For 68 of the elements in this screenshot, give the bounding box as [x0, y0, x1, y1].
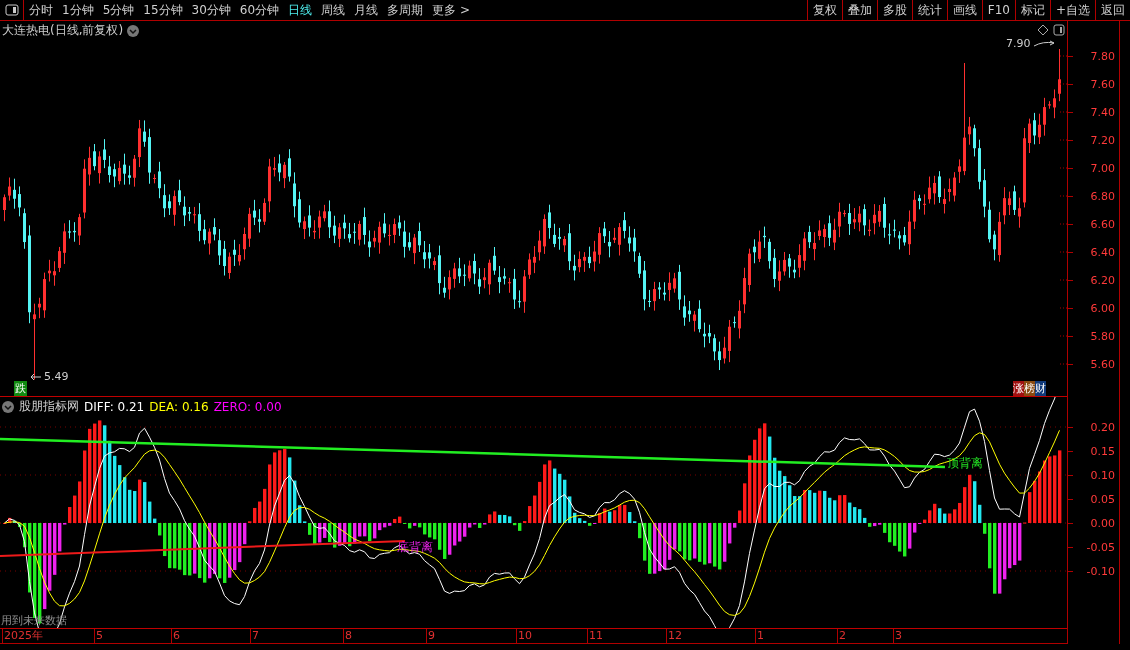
- axis-label: 11: [587, 629, 603, 643]
- axis-label: -0.10: [1086, 564, 1115, 578]
- axis-label: 9: [426, 629, 435, 643]
- axis-label: 7.20: [1090, 133, 1115, 147]
- axis-label: 5.60: [1090, 357, 1115, 371]
- axis-label: 5.80: [1090, 329, 1115, 343]
- period-tab[interactable]: 分时: [29, 1, 53, 19]
- indicator-reading: DIFF: 0.21: [84, 399, 145, 414]
- axis-label: 6.60: [1090, 217, 1115, 231]
- axis-label: 7: [250, 629, 259, 643]
- period-tab[interactable]: 多周期: [387, 1, 424, 19]
- divergence-label: 顶背离: [947, 455, 983, 472]
- axis-label: 6: [171, 629, 180, 643]
- panel-toggle-icon[interactable]: [4, 4, 19, 16]
- period-tab[interactable]: 周线: [321, 1, 346, 19]
- axis-label: -0.05: [1086, 540, 1115, 554]
- period-tab[interactable]: 更多 >: [432, 1, 470, 19]
- toolbar-button[interactable]: 画线: [946, 0, 982, 20]
- panel-toggle-icon[interactable]: [1053, 24, 1065, 36]
- axis-label: 8: [343, 629, 352, 643]
- axis-label: 7.60: [1090, 77, 1115, 91]
- toolbar-button[interactable]: 多股: [876, 0, 912, 20]
- dropdown-icon[interactable]: [2, 400, 14, 413]
- period-tab[interactable]: 15分钟: [143, 1, 183, 19]
- stock-title: 大连热电(日线,前复权): [2, 22, 124, 39]
- axis-label: 5: [94, 629, 103, 643]
- axis-label: 12: [666, 629, 682, 643]
- axis-label: 7.00: [1090, 161, 1115, 175]
- axis-label: 0.05: [1090, 492, 1115, 506]
- low-price-label: 5.49: [44, 370, 69, 383]
- toolbar-button[interactable]: 复权: [806, 0, 842, 20]
- signal-badge: 跌: [14, 381, 27, 396]
- period-tab[interactable]: 月线: [354, 1, 379, 19]
- toolbar-button[interactable]: 标记: [1014, 0, 1050, 20]
- period-tab[interactable]: 1分钟: [62, 1, 94, 19]
- axis-label: 0.00: [1090, 516, 1115, 530]
- axis-label: 10: [516, 629, 532, 643]
- axis-label: 0.10: [1090, 468, 1115, 482]
- toolbar-button[interactable]: 统计: [911, 0, 947, 20]
- period-tab[interactable]: 60分钟: [239, 1, 280, 19]
- toolbar-button[interactable]: F10: [981, 0, 1015, 20]
- axis-label: 7.40: [1090, 105, 1115, 119]
- toolbar-button[interactable]: 叠加: [841, 0, 877, 20]
- dropdown-icon[interactable]: [127, 24, 140, 37]
- period-tab[interactable]: 日线: [288, 1, 313, 19]
- axis-label: 2025年: [2, 629, 43, 643]
- indicator-reading: ZERO: 0.00: [213, 399, 282, 414]
- period-tab[interactable]: 30分钟: [191, 1, 231, 19]
- axis-label: 2: [837, 629, 846, 643]
- high-price-label: 7.90: [1006, 37, 1031, 50]
- rank-badge[interactable]: 涨榜财: [1013, 381, 1046, 396]
- axis-label: 6.80: [1090, 189, 1115, 203]
- toolbar-button[interactable]: 返回: [1095, 0, 1130, 20]
- axis-label: 7.80: [1090, 49, 1115, 63]
- axis-label: 6.00: [1090, 301, 1115, 315]
- indicator-name: 股朋指标网: [19, 398, 79, 415]
- indicator-reading: DEA: 0.16: [149, 399, 209, 414]
- diamond-icon[interactable]: [1037, 24, 1049, 36]
- axis-label: 6.20: [1090, 273, 1115, 287]
- toolbar-button[interactable]: +自选: [1049, 0, 1095, 20]
- arrow-icon: [30, 372, 42, 381]
- axis-label: 1: [755, 629, 764, 643]
- axis-label: 0.20: [1090, 420, 1115, 434]
- axis-label: 0.15: [1090, 444, 1115, 458]
- axis-label: 3: [893, 629, 902, 643]
- axis-label: 6.40: [1090, 245, 1115, 259]
- period-tab[interactable]: 5分钟: [102, 1, 135, 19]
- arrow-icon: [1032, 39, 1055, 48]
